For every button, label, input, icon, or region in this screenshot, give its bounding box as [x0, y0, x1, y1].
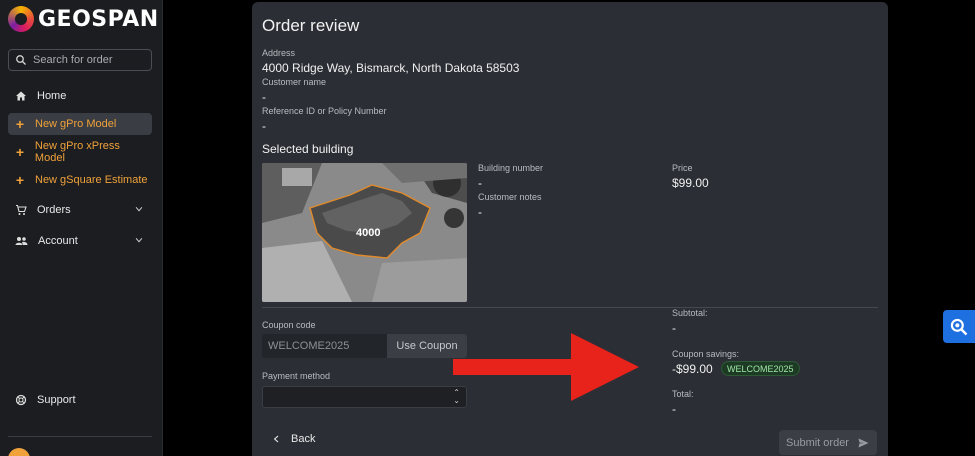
- building-aerial-image[interactable]: 4000: [262, 163, 467, 302]
- building-marker-label: 4000: [356, 227, 380, 239]
- geospan-logo[interactable]: GEOSPAN: [8, 6, 159, 32]
- sidebar-item-label: New gPro xPress Model: [34, 140, 120, 164]
- logo-mark-icon: [8, 6, 34, 32]
- price-value: $99.00: [672, 176, 709, 190]
- plus-icon: +: [15, 144, 25, 160]
- coupon-savings-label: Coupon savings:: [672, 349, 740, 359]
- reference-value: -: [262, 119, 266, 133]
- back-label: Back: [291, 433, 316, 445]
- sidebar-item-home[interactable]: Home: [8, 85, 152, 107]
- chevron-left-icon: [273, 435, 279, 443]
- sidebar-item-new-gsquare-estimate[interactable]: + New gSquare Estimate: [8, 169, 152, 191]
- address-label: Address: [262, 48, 296, 58]
- coupon-code-label: Coupon code: [262, 320, 316, 330]
- customer-notes-label: Customer notes: [478, 192, 542, 202]
- home-icon: [16, 91, 26, 101]
- address-value: 4000 Ridge Way, Bismarck, North Dakota 5…: [262, 61, 520, 75]
- sidebar-item-orders[interactable]: Orders: [8, 199, 152, 221]
- price-label: Price: [672, 163, 693, 173]
- customer-name-label: Customer name: [262, 77, 327, 87]
- building-number-label: Building number: [478, 163, 544, 173]
- send-icon: [858, 438, 869, 447]
- plus-icon: +: [15, 116, 25, 132]
- cart-icon: [16, 204, 27, 215]
- back-button[interactable]: Back: [272, 433, 315, 445]
- search-input[interactable]: [33, 54, 143, 66]
- chevron-down-icon: [135, 206, 143, 212]
- total-label: Total:: [672, 389, 694, 399]
- payment-method-select[interactable]: ⌃ ⌄: [262, 386, 467, 408]
- subtotal-label: Subtotal:: [672, 308, 708, 318]
- lifebuoy-icon: [15, 394, 27, 406]
- payment-method-label: Payment method: [262, 371, 331, 381]
- avatar[interactable]: [8, 448, 30, 456]
- sidebar-divider: [8, 436, 152, 437]
- search-box[interactable]: [8, 49, 152, 71]
- sidebar: GEOSPAN Home + New gPro Model + New gPro…: [0, 0, 163, 456]
- selected-building-heading: Selected building: [262, 142, 354, 156]
- coupon-code-input[interactable]: [262, 334, 387, 358]
- customer-name-value: -: [262, 90, 266, 104]
- sidebar-item-label: Home: [37, 90, 67, 102]
- reference-label: Reference ID or Policy Number: [262, 106, 387, 116]
- page-title: Order review: [262, 16, 360, 35]
- section-divider: [262, 307, 878, 308]
- coupon-badge: WELCOME2025: [721, 361, 800, 376]
- annotation-arrow-icon: [453, 333, 639, 401]
- sidebar-item-label: Orders: [37, 204, 71, 216]
- sidebar-item-label: Support: [37, 394, 76, 406]
- sidebar-item-new-gpro-xpress-model[interactable]: + New gPro xPress Model: [8, 140, 152, 164]
- sidebar-item-label: New gPro Model: [35, 118, 117, 130]
- sidebar-item-new-gpro-model[interactable]: + New gPro Model: [8, 113, 152, 135]
- plus-icon: +: [15, 172, 25, 188]
- coupon-savings-value: -$99.00: [672, 362, 713, 376]
- coupon-code-field: Use Coupon: [262, 334, 467, 358]
- total-value: -: [672, 402, 676, 416]
- logo-text: GEOSPAN: [38, 6, 159, 32]
- subtotal-value: -: [672, 321, 676, 335]
- floating-search-button[interactable]: [943, 310, 975, 343]
- sidebar-item-account[interactable]: Account: [8, 230, 152, 252]
- sidebar-item-support[interactable]: Support: [8, 389, 152, 411]
- building-number-value: -: [478, 176, 482, 190]
- customer-notes-value: -: [478, 205, 482, 219]
- people-icon: [15, 237, 28, 245]
- submit-order-button[interactable]: Submit order: [779, 430, 877, 455]
- sidebar-item-label: Account: [38, 235, 78, 247]
- chevron-down-icon: [135, 237, 143, 243]
- submit-label: Submit order: [786, 436, 849, 449]
- sidebar-item-label: New gSquare Estimate: [35, 174, 148, 186]
- zoom-search-icon: [950, 318, 968, 335]
- search-icon: [16, 55, 26, 65]
